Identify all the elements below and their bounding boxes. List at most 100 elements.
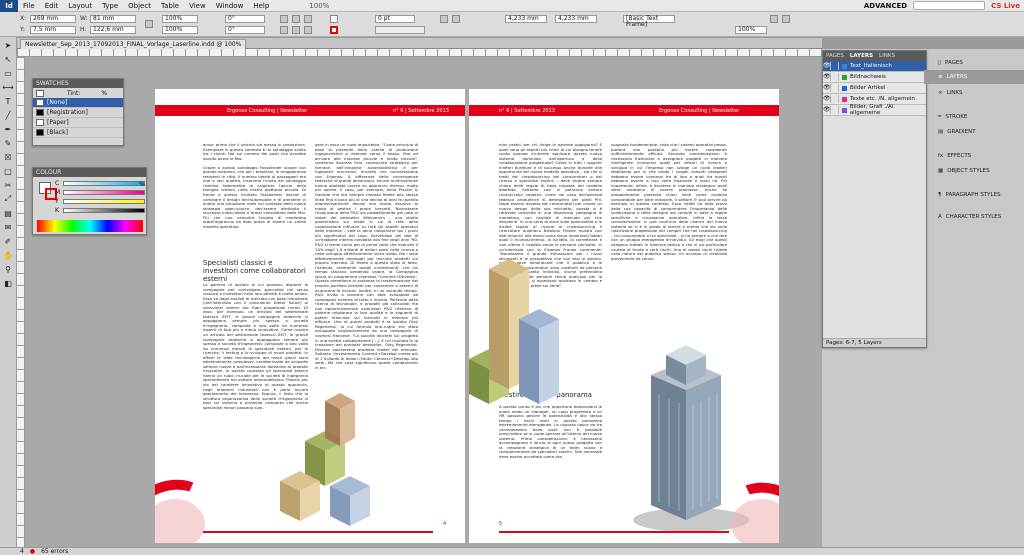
select-container-icon[interactable] (304, 15, 312, 23)
swatch-black[interactable]: [Black] (33, 128, 123, 138)
page-number-field[interactable]: 4 (20, 548, 24, 555)
dock-stroke[interactable]: ═ STROKE (924, 110, 1024, 124)
eyedropper-tool-icon[interactable]: ✐ (2, 235, 15, 247)
rect-frame-tool-icon[interactable]: ☒ (2, 151, 15, 163)
left-col1-para1[interactable]: ancor prima che il veicolo sia messo in … (203, 143, 306, 238)
flip-vertical-icon[interactable] (292, 15, 300, 23)
width-field[interactable]: 81 mm (90, 15, 136, 23)
pen-tool-icon[interactable]: ✒ (2, 123, 15, 135)
errors-count[interactable]: 65 errors (41, 548, 68, 555)
tab-layers[interactable]: LAYERS (850, 53, 873, 59)
y-field[interactable]: 7,5 mm (30, 26, 76, 34)
line-tool-icon[interactable]: ╱ (2, 109, 15, 121)
dock-links[interactable]: ∞ LINKS (924, 86, 1024, 100)
opacity-field[interactable]: 100% (735, 26, 767, 34)
menu-type[interactable]: Type (97, 2, 123, 10)
layer-row[interactable]: 👁 Bilder, Grafi ./Al. allgemeine (823, 104, 926, 116)
error-indicator-icon[interactable]: ● (30, 548, 35, 555)
swatch-paper[interactable]: [Paper] (33, 118, 123, 128)
dock-character-styles[interactable]: A CHARACTER STYLES (924, 210, 1024, 224)
colour-title[interactable]: COLOUR (33, 168, 146, 177)
scale-x-field[interactable]: 100% (162, 15, 198, 23)
measure-field[interactable]: 4,233 mm (505, 15, 547, 23)
text-wrap-around-icon[interactable] (452, 15, 460, 23)
cs-live-button[interactable]: CS Live (991, 2, 1020, 10)
frame-style-select[interactable]: [Basic Text Frame] (623, 15, 675, 28)
menu-layout[interactable]: Layout (63, 2, 97, 10)
menu-edit[interactable]: Edit (40, 2, 64, 10)
right-page[interactable]: n° 6 | Settembre 2013 Ergonos Consulting… (469, 89, 779, 543)
cyan-slider[interactable] (63, 181, 145, 186)
zoom-tool-icon[interactable]: ⚲ (2, 263, 15, 275)
note-tool-icon[interactable]: ✉ (2, 221, 15, 233)
gap-tool-icon[interactable]: ⟷ (2, 81, 15, 93)
fill-swatch-icon[interactable] (330, 15, 338, 23)
dock-layers[interactable]: ≡ LAYERS (924, 70, 1024, 84)
dock-effects[interactable]: fx EFFECTS (924, 149, 1024, 163)
rotate-90-icon[interactable] (280, 26, 288, 34)
shear-field[interactable]: 0° (225, 26, 265, 34)
right-col1-para2[interactable]: A questo punto è più che opportuno doman… (499, 405, 602, 525)
magenta-slider[interactable] (63, 190, 145, 195)
menu-window[interactable]: Window (211, 2, 249, 10)
menu-object[interactable]: Object (123, 2, 156, 10)
constrain-proportions-icon[interactable] (145, 20, 153, 28)
transform-tool-icon[interactable]: ⤢ (2, 193, 15, 205)
hand-tool-icon[interactable]: ✋ (2, 249, 15, 261)
gradient-tool-icon[interactable]: ▤ (2, 207, 15, 219)
horizontal-ruler[interactable] (17, 49, 822, 57)
left-page[interactable]: Ergonos Consulting | Newsletter n° 6 | S… (155, 89, 465, 543)
x-field[interactable]: 269 mm (30, 15, 76, 23)
vertical-ruler[interactable] (17, 57, 25, 547)
measure-field-2[interactable]: 4,233 mm (555, 15, 597, 23)
rotate-counter-icon[interactable] (292, 26, 300, 34)
tab-links[interactable]: LINKS (879, 53, 895, 59)
direct-selection-icon[interactable]: ↖ (2, 53, 15, 65)
swatch-registration[interactable]: [Registration] (33, 108, 123, 118)
dock-paragraph-styles[interactable]: ¶ PARAGRAPH STYLES (924, 188, 1024, 202)
menu-table[interactable]: Table (156, 2, 184, 10)
layer-row[interactable]: 👁 Bildnachweis (823, 72, 926, 83)
flip-horizontal-icon[interactable] (280, 15, 288, 23)
zoom-level[interactable]: 100% (304, 2, 334, 10)
type-tool-icon[interactable]: T (2, 95, 15, 107)
color-spectrum[interactable] (37, 220, 143, 232)
effects-icon[interactable] (782, 15, 790, 23)
stroke-swatch-icon[interactable] (330, 26, 338, 34)
height-field[interactable]: 122,6 mm (90, 26, 136, 34)
black-slider[interactable] (63, 208, 145, 213)
page-tool-icon[interactable]: ▭ (2, 67, 15, 79)
stroke-weight-field[interactable]: 0 pt (375, 15, 415, 23)
layer-row[interactable]: 👁 Text_Italienisch (823, 61, 926, 72)
text-wrap-icon[interactable] (440, 15, 448, 23)
right-cube-stack-graphic[interactable] (469, 239, 569, 409)
document-tab[interactable]: Newsletter_Sep_2013_17092013_FINAL_Vorla… (20, 39, 247, 49)
select-content-icon[interactable] (304, 26, 312, 34)
fill-stroke-icon[interactable]: ◧ (2, 277, 15, 289)
rotate-field[interactable]: 0° (225, 15, 265, 23)
fill-icon[interactable] (36, 89, 44, 97)
menu-file[interactable]: File (18, 2, 40, 10)
tab-pages[interactable]: PAGES (826, 53, 844, 59)
stroke-type-select[interactable] (375, 26, 425, 34)
pencil-tool-icon[interactable]: ✎ (2, 137, 15, 149)
workspace-switcher[interactable]: ADVANCED (864, 2, 907, 10)
scissors-tool-icon[interactable]: ✂ (2, 179, 15, 191)
left-cube-graphic[interactable] (270, 361, 380, 531)
shadow-icon[interactable] (770, 15, 778, 23)
selection-tool-icon[interactable]: ➤ (2, 39, 15, 51)
yellow-slider[interactable] (63, 199, 145, 204)
search-input[interactable] (913, 1, 986, 10)
layer-row[interactable]: 👁 Bilder Artikel (823, 83, 926, 94)
menu-help[interactable]: Help (248, 2, 274, 10)
dock-pages[interactable]: ▯ PAGES (924, 56, 1024, 70)
rectangle-tool-icon[interactable]: □ (2, 165, 15, 177)
menu-view[interactable]: View (184, 2, 211, 10)
eye-icon: 👁 (823, 73, 831, 81)
swatch-none[interactable]: [None] (33, 98, 123, 108)
dock-gradient[interactable]: ▤ GRADIENT (924, 125, 1024, 139)
indesign-logo[interactable]: Id (0, 0, 18, 12)
dock-object-styles[interactable]: ▦ OBJECT STYLES (924, 164, 1024, 178)
scale-y-field[interactable]: 100% (162, 26, 198, 34)
swatches-title[interactable]: SWATCHES (33, 79, 123, 88)
